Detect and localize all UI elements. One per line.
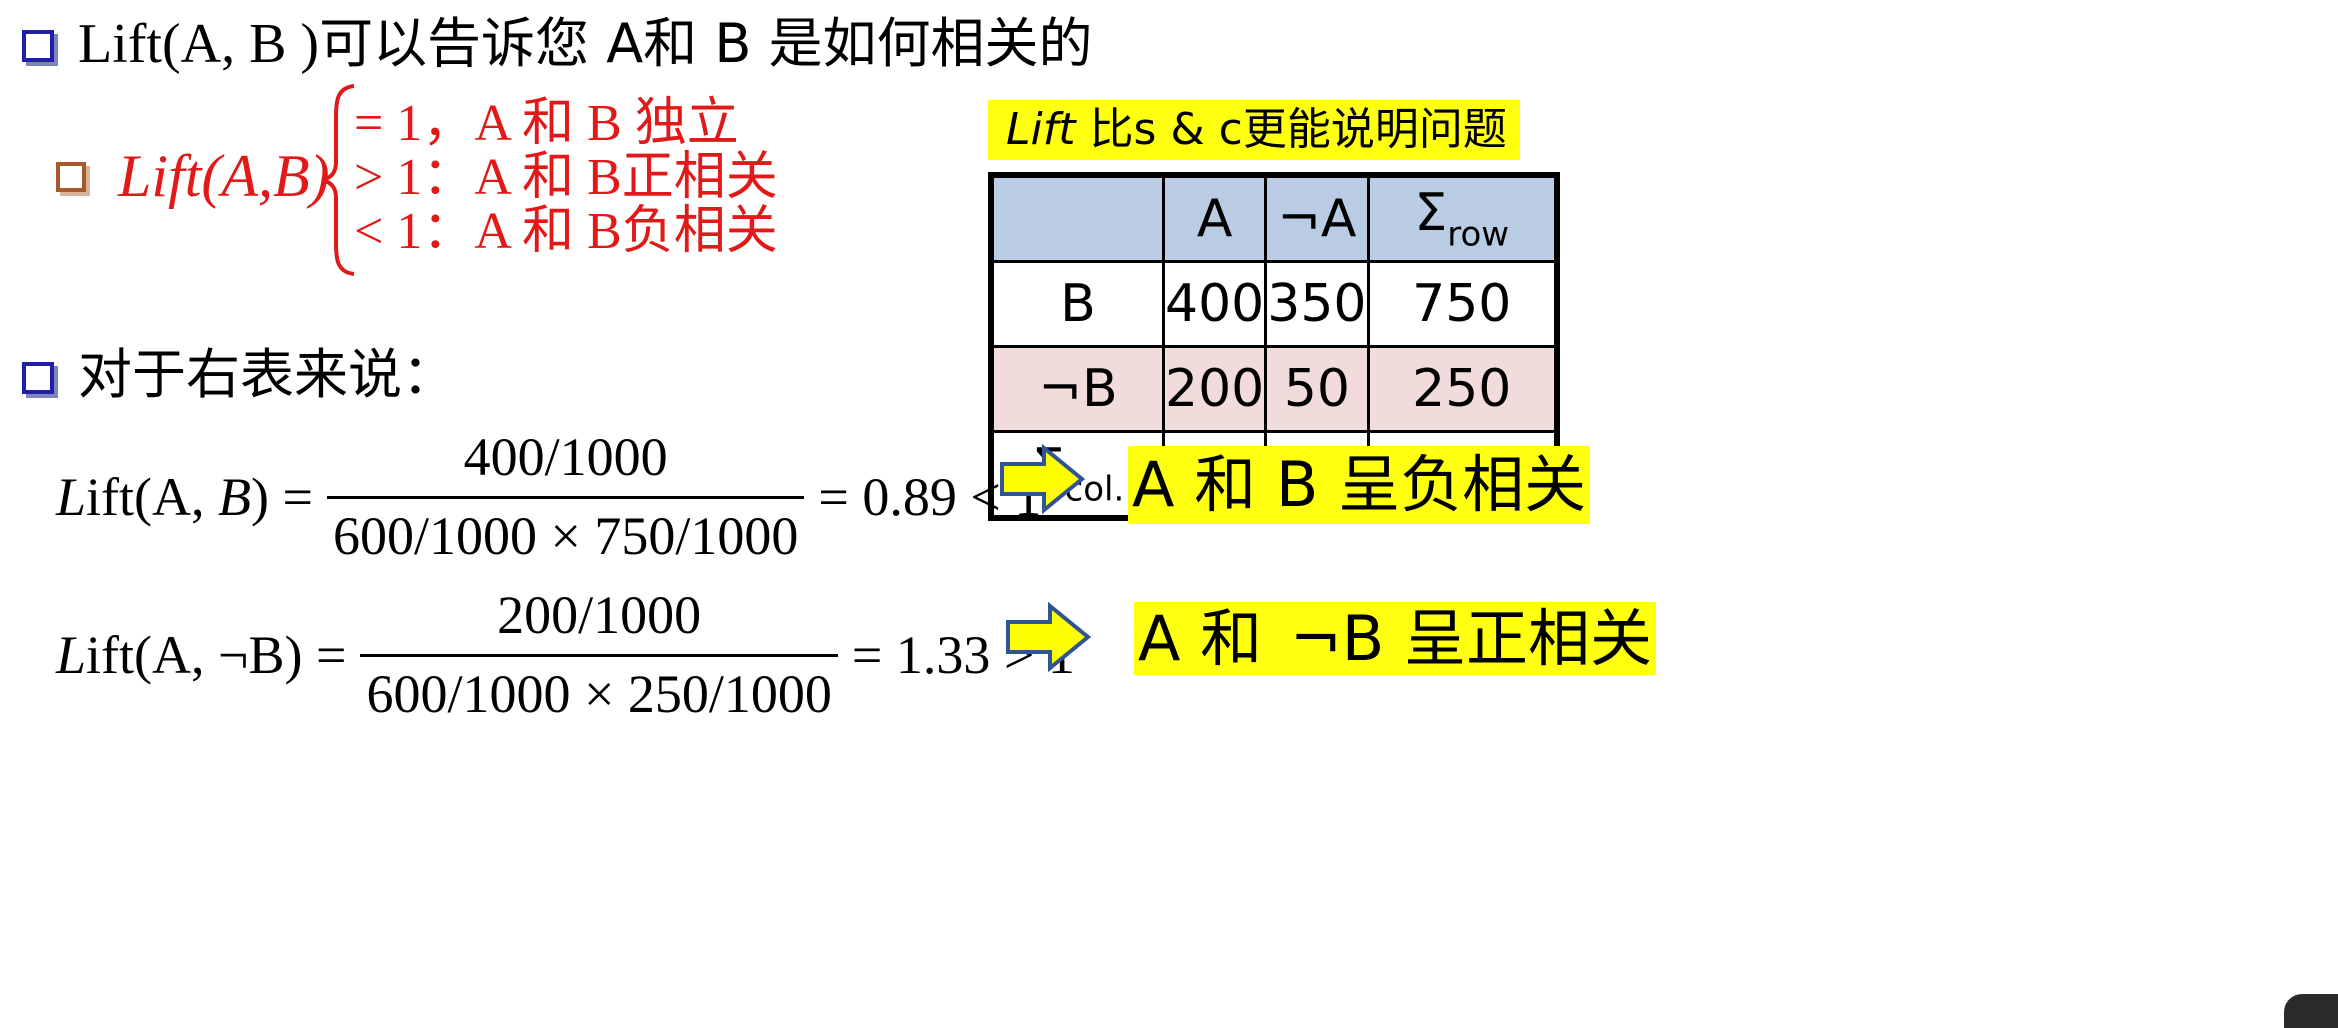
condition-equal: = 1，A 和 B 独立 (354, 95, 739, 152)
denominator: 600/1000 × 250/1000 (360, 654, 838, 725)
table-header-cell: Σrow (1366, 173, 1559, 263)
table-cell: 250 (1366, 345, 1559, 433)
bullet2-text: 对于右表来说： (78, 343, 456, 406)
fraction: 200/1000 600/1000 × 250/1000 (360, 584, 838, 725)
table-row-label: ¬B (989, 345, 1165, 433)
table-header-cell: ¬A (1264, 173, 1370, 263)
callout-box: Lift 比s & c更能说明问题 (988, 100, 1520, 160)
bullet-icon (22, 30, 54, 62)
denominator: 600/1000 × 750/1000 (326, 496, 805, 567)
table-cell: 50 (1264, 345, 1370, 433)
right-arrow-icon (1006, 602, 1092, 672)
right-arrow-icon (1000, 444, 1086, 514)
lift-equation-1: Lift(A, B) = 400/1000 600/1000 × 750/100… (56, 426, 1042, 567)
bullet1-text: Lift(A, B )可以告诉您 A和 B 是如何相关的 (78, 12, 1093, 75)
table-row: B 400 350 750 (989, 260, 1559, 348)
bullet-icon (56, 162, 86, 192)
lift-equation-2: Lift(A, ¬B) = 200/1000 600/1000 × 250/10… (56, 584, 1075, 725)
table-cell: 350 (1264, 260, 1370, 348)
fraction: 400/1000 600/1000 × 750/1000 (326, 426, 805, 567)
table-header-row: A ¬A Σrow (989, 173, 1559, 263)
table-row: ¬B 200 50 250 (989, 345, 1559, 433)
table-row-label: B (989, 260, 1165, 348)
condition-greater: > 1：A 和 B正相关 (354, 149, 778, 206)
table-cell: 750 (1366, 260, 1559, 348)
result-negative-correlation: A 和 B 呈负相关 (1128, 446, 1591, 524)
numerator: 400/1000 (463, 427, 668, 487)
table-cell: 400 (1161, 260, 1268, 348)
corner-badge (2284, 994, 2338, 1028)
result-positive-correlation: A 和 ¬B 呈正相关 (1134, 600, 1657, 678)
table-cell: 200 (1161, 345, 1268, 433)
numerator: 200/1000 (497, 585, 702, 645)
bullet-icon (22, 362, 54, 394)
table-header-cell (989, 173, 1165, 263)
condition-less: < 1：A 和 B负相关 (354, 203, 778, 260)
brace-icon (321, 84, 355, 276)
table-header-cell: A (1161, 173, 1268, 263)
lift-label: Lift(A,B) (118, 143, 330, 209)
